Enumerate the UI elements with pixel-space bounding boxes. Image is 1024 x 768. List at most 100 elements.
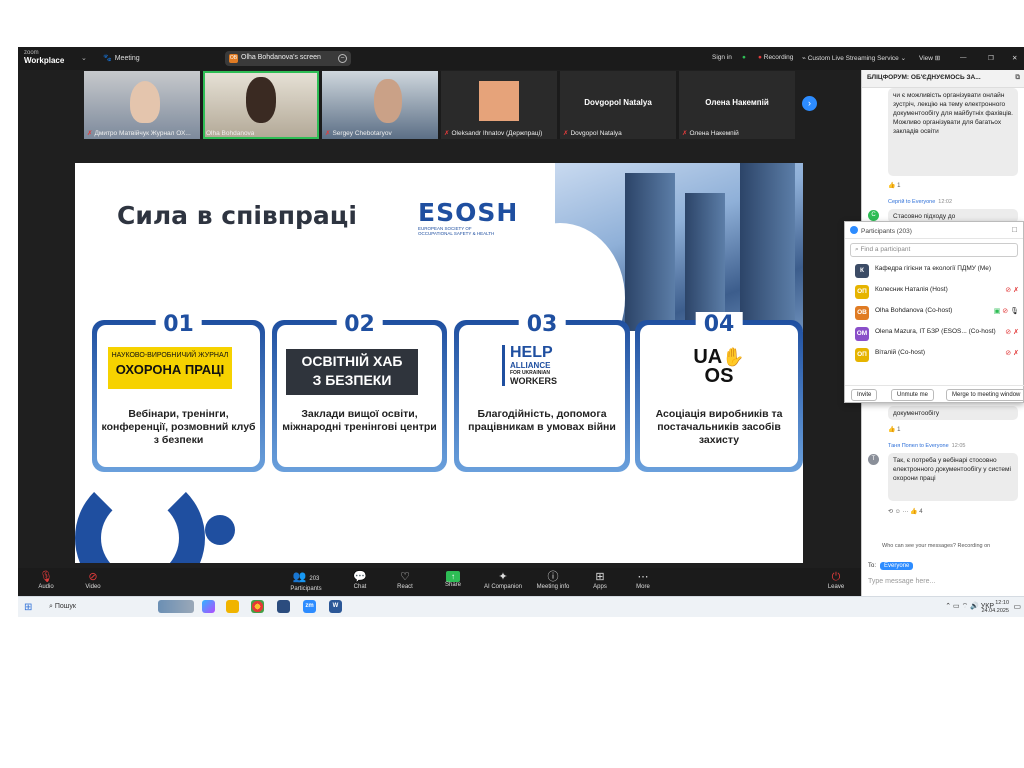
clock-date: 24.04.2025 — [981, 608, 1009, 614]
video-tile[interactable]: Олена Накемпій ✗ Олена Накемпій — [679, 71, 795, 139]
shield-icon[interactable]: ● — [742, 54, 746, 61]
help-alliance-logo: HELP ALLIANCE FOR UKRAINIAN WORKERS — [502, 345, 582, 386]
streaming-label: Custom Live Streaming Service — [807, 55, 899, 62]
close-icon[interactable]: □ — [1012, 225, 1017, 234]
apps-button[interactable]: ⊞ Apps — [580, 571, 620, 590]
uaos-logo: UA✋ OS — [693, 347, 744, 387]
reaction-count: 👍 4 — [910, 509, 923, 515]
merge-button[interactable]: Merge to meeting window — [946, 389, 1024, 401]
mic-off-icon: ✗ — [1013, 350, 1019, 357]
card-number: 04 — [695, 312, 743, 337]
building — [625, 173, 675, 331]
card-description: Благодійність, допомога працівникам в ум… — [468, 408, 616, 433]
video-off-icon: ⊘ — [88, 571, 98, 583]
uaos-line2: OS — [704, 365, 734, 387]
participant-row[interactable]: OM Olena Mazura, IT БЗР (ESOS... (Co-host… — [845, 324, 1023, 345]
message-input[interactable]: Type message here... — [868, 578, 935, 585]
audio-button[interactable]: 🎙 Audio — [26, 571, 66, 590]
chat-header: БЛІЦФОРУМ: ОБ'ЄДНУЄМОСЬ ЗА... ⧉ — [862, 70, 1024, 88]
store-icon[interactable] — [277, 600, 290, 613]
chevron-down-icon[interactable]: ⌄ — [81, 54, 87, 62]
meeting-menu[interactable]: 🐾 Meeting — [103, 54, 140, 62]
video-tile[interactable]: ✗ Sergey Chebotaryov — [322, 71, 438, 139]
react-button[interactable]: ♡ React — [385, 571, 425, 590]
meeting-info-button[interactable]: ⓘ Meeting info — [531, 571, 575, 590]
esosh-logo: ESOSH European Society of Occupational S… — [418, 200, 518, 237]
participant-row[interactable]: OB Olha Bohdanova (Co-host) ▣ ⊘ 🎙 — [845, 303, 1023, 324]
paw-icon: 🐾 — [103, 55, 112, 62]
mic-icon: 🎙 — [1010, 308, 1019, 315]
restore-icon[interactable]: ❐ — [988, 54, 994, 62]
video-gallery: ✗ Дмитро Матвійчук Журнал ОХ... Olha Bohd… — [84, 71, 795, 139]
avatar: С — [868, 210, 879, 221]
more-button[interactable]: ⋯ More — [623, 571, 663, 590]
recipient-dropdown[interactable]: Everyone — [880, 562, 914, 570]
word-icon[interactable]: W — [329, 600, 342, 613]
participants-button[interactable]: 👥 203 Participants — [283, 571, 329, 592]
participants-actions: Invite Unmute me Merge to meeting window — [845, 385, 1024, 403]
chat-button[interactable]: 💬 Chat — [340, 571, 380, 590]
reaction-row[interactable]: ⟲ ☺ ··· 👍 4 — [888, 508, 923, 515]
muted-mic-icon: ✗ — [325, 130, 331, 137]
decor-arc — [75, 473, 205, 563]
recording-indicator[interactable]: ● Recording — [758, 54, 793, 61]
invite-button[interactable]: Invite — [851, 389, 878, 401]
search-placeholder: Find a participant — [860, 246, 911, 253]
participant-row[interactable]: ОП Віталій (Co-host) ⊘ ✗ — [845, 345, 1023, 366]
folder-icon[interactable] — [226, 600, 239, 613]
recipient-selector[interactable]: To: Everyone — [868, 562, 914, 570]
reaction[interactable]: 👍 1 — [888, 426, 900, 433]
minus-icon[interactable]: – — [338, 54, 347, 63]
skyscraper-image — [495, 163, 803, 373]
video-button[interactable]: ⊘ Video — [73, 571, 113, 590]
unmute-me-button[interactable]: Unmute me — [891, 389, 935, 401]
participant-row[interactable]: К Кафедра гігієни та екології ПДМУ (Me) — [845, 261, 1023, 282]
partner-card: 01 НАУКОВО-ВИРОБНИЧИЙ ЖУРНАЛ ОХОРОНА ПРА… — [92, 312, 265, 472]
info-icon: ⓘ — [547, 571, 559, 583]
taskbar-search[interactable]: ⌕ Пошук — [45, 599, 145, 615]
leave-icon: ⏻ — [831, 571, 841, 583]
chrome-icon[interactable] — [251, 600, 264, 613]
ai-companion-button[interactable]: ✦ AI Companion — [477, 571, 529, 590]
avatar: К — [855, 264, 869, 278]
participant-photo — [479, 81, 519, 121]
participant-name: Колесник Наталія (Host) — [875, 286, 948, 293]
status-icons: ⊘ ✗ — [1005, 328, 1019, 336]
chat-message: чи є можливість організувати онлайн зуст… — [888, 88, 1018, 176]
notification-icon[interactable]: ▭ — [1013, 602, 1021, 611]
widget-icon[interactable] — [158, 600, 194, 613]
minimize-icon[interactable]: — — [960, 54, 967, 61]
video-tile-active[interactable]: Olha Bohdanova — [203, 71, 319, 139]
share-label: Share — [444, 582, 461, 588]
windows-start-icon[interactable]: ⊞ — [24, 602, 32, 613]
video-off-icon: ⊘ — [1005, 287, 1012, 294]
streaming-menu[interactable]: ⌁ Custom Live Streaming Service ⌄ — [802, 54, 906, 62]
copilot-icon[interactable] — [202, 600, 215, 613]
reaction[interactable]: 👍 1 — [888, 182, 900, 189]
share-button[interactable]: ↑ Share — [433, 571, 473, 588]
participant-search-input[interactable]: ⌕ Find a participant — [850, 243, 1018, 257]
tile-big-name: Олена Накемпій — [705, 98, 769, 107]
clock[interactable]: 12:10 24.04.2025 — [981, 599, 1009, 615]
signin-button[interactable]: Sign in — [712, 54, 732, 61]
visibility-note[interactable]: Who can see your messages? Recording on — [882, 543, 990, 549]
video-tile[interactable]: Dovgopol Natalya ✗ Dovgopol Natalya — [560, 71, 676, 139]
participant-row[interactable]: ОП Колесник Наталія (Host) ⊘ ✗ — [845, 282, 1023, 303]
card-number: 01 — [155, 312, 202, 337]
participant-face — [246, 77, 276, 123]
leave-button[interactable]: ⏻ Leave — [816, 571, 856, 590]
video-tile[interactable]: ✗ Oleksandr Ihnatov (Держпраці) — [441, 71, 557, 139]
heart-icon: ♡ — [400, 571, 410, 583]
apps-icon: ⊞ — [595, 571, 605, 583]
zoom-icon[interactable]: zm — [303, 600, 316, 613]
video-tile[interactable]: ✗ Дмитро Матвійчук Журнал ОХ... — [84, 71, 200, 139]
gallery-next-button[interactable]: › — [802, 96, 817, 111]
close-icon[interactable]: ✕ — [1012, 54, 1017, 62]
participants-count: 203 — [309, 576, 320, 582]
screen-share-pill[interactable]: OB Olha Bohdanova's screen – — [225, 51, 351, 66]
view-menu[interactable]: View ⊞ — [919, 54, 940, 62]
popout-icon[interactable]: ⧉ — [1015, 74, 1020, 82]
chat-icon: 💬 — [353, 571, 367, 583]
participant-name: Віталій (Co-host) — [875, 349, 926, 356]
partner-card: 02 ОСВІТНІЙ ХАБ З БЕЗПЕКИ Заклади вищої … — [272, 312, 447, 472]
